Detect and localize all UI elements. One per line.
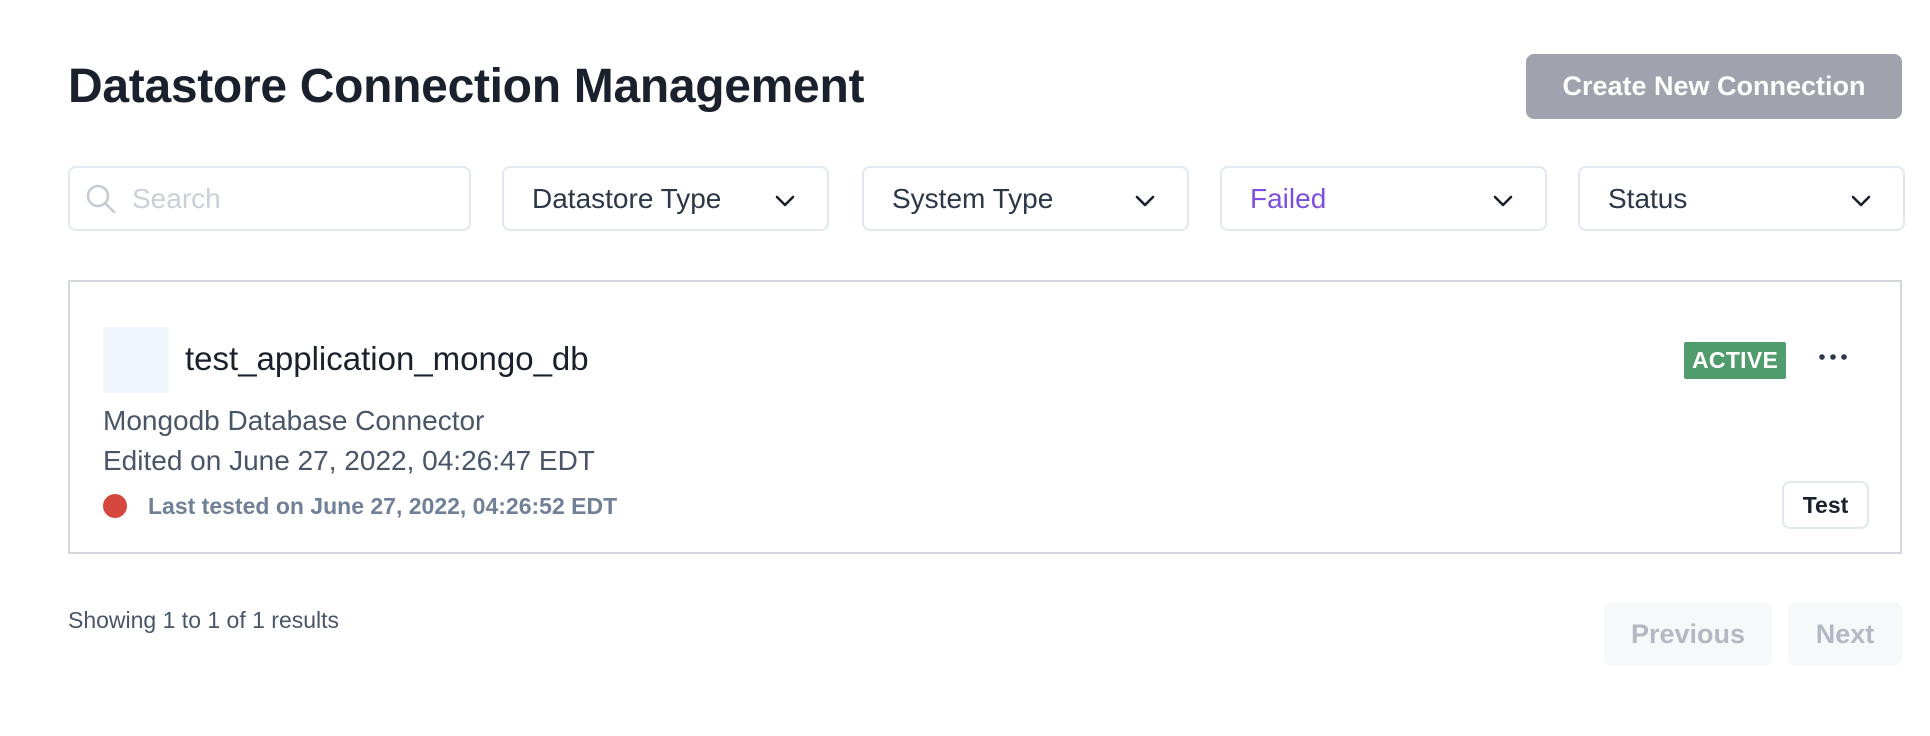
datastore-type-label: Datastore Type <box>532 183 722 214</box>
status-label: Status <box>1608 183 1688 214</box>
last-tested-timestamp: Last tested on June 27, 2022, 04:26:52 E… <box>148 493 618 519</box>
page-title: Datastore Connection Management <box>68 60 865 113</box>
results-summary: Showing 1 to 1 of 1 results <box>68 607 340 633</box>
search-icon <box>86 184 116 214</box>
create-new-connection-button[interactable]: Create New Connection <box>1526 54 1902 119</box>
connector-type: Mongodb Database Connector <box>103 405 485 436</box>
more-horizontal-icon <box>1819 354 1847 360</box>
chevron-down-icon <box>775 195 795 207</box>
test-status-label: Failed <box>1250 183 1327 214</box>
test-status-select[interactable]: Failed <box>1220 166 1547 231</box>
connection-name: test_application_mongo_db <box>185 340 589 377</box>
connector-logo <box>103 327 169 393</box>
chevron-down-icon <box>1493 195 1513 207</box>
status-select[interactable]: Status <box>1578 166 1905 231</box>
status-badge: ACTIVE <box>1684 342 1787 379</box>
test-status-indicator <box>103 494 127 518</box>
more-options-button[interactable] <box>1810 337 1856 377</box>
next-page-button[interactable]: Next <box>1788 602 1902 666</box>
previous-page-button[interactable]: Previous <box>1604 602 1772 666</box>
test-connection-button[interactable]: Test <box>1782 481 1869 529</box>
system-type-select[interactable]: System Type <box>862 166 1189 231</box>
datastore-type-select[interactable]: Datastore Type <box>502 166 829 231</box>
search-field[interactable] <box>68 166 471 231</box>
search-input[interactable] <box>132 176 452 222</box>
chevron-down-icon <box>1851 195 1871 207</box>
edited-timestamp: Edited on June 27, 2022, 04:26:47 EDT <box>103 445 595 476</box>
system-type-label: System Type <box>892 183 1054 214</box>
chevron-down-icon <box>1135 195 1155 207</box>
connection-card[interactable]: test_application_mongo_db ACTIVE Mongodb… <box>68 280 1902 554</box>
